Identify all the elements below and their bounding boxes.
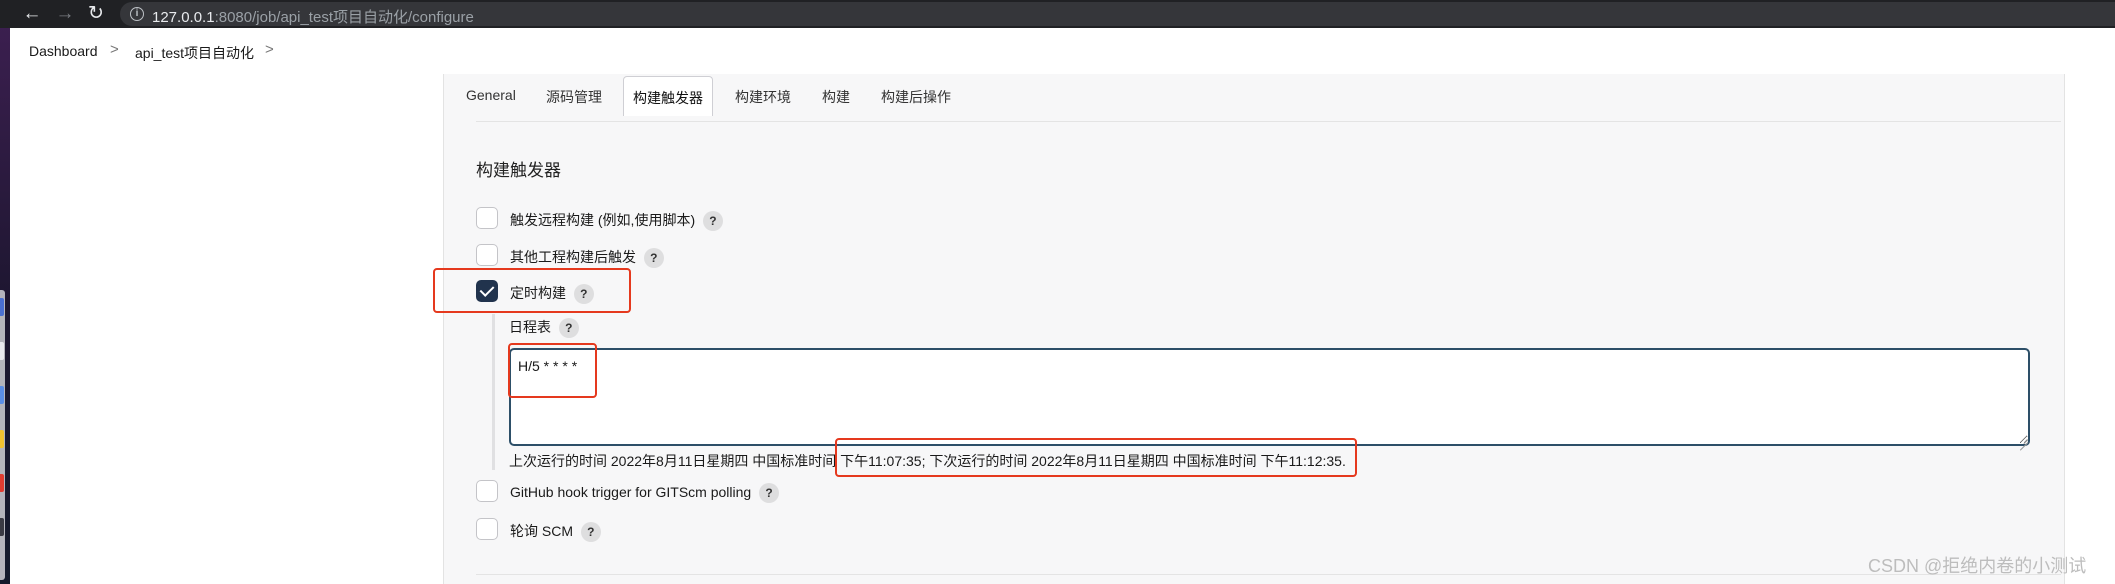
breadcrumb-dashboard[interactable]: Dashboard	[29, 43, 98, 59]
tab-build-triggers[interactable]: 构建触发器	[623, 76, 713, 116]
divider	[476, 574, 2061, 575]
trigger-after-other-checkbox[interactable]	[476, 244, 498, 266]
help-icon[interactable]: ?	[702, 211, 723, 231]
schedule-label: 日程表 ?	[509, 317, 579, 338]
dock-app-icon[interactable]	[0, 342, 4, 360]
section-title: 构建触发器	[476, 161, 561, 180]
back-arrow-icon[interactable]: ←	[20, 2, 44, 26]
schedule-run-info: 上次运行的时间 2022年8月11日星期四 中国标准时间 下午11:07:35;…	[509, 453, 1346, 469]
dock-app-icon[interactable]	[0, 430, 4, 448]
help-icon[interactable]: ?	[580, 522, 601, 542]
help-icon[interactable]: ?	[759, 483, 779, 503]
dock-app-icon[interactable]	[0, 386, 4, 404]
help-icon[interactable]: ?	[573, 284, 594, 304]
breadcrumb-separator[interactable]: >	[265, 41, 274, 58]
trigger-periodic-checkbox[interactable]	[476, 280, 498, 302]
reload-icon[interactable]: ↻	[84, 2, 108, 26]
trigger-label[interactable]: 定时构建 ?	[510, 283, 594, 304]
help-icon[interactable]: ?	[558, 318, 579, 338]
dock-app-icon[interactable]	[0, 298, 4, 316]
url-text: 127.0.0.1:8080/job/api_test项目自动化/configu…	[152, 9, 474, 26]
breadcrumb-job[interactable]: api_test项目自动化	[135, 43, 254, 63]
trigger-label[interactable]: GitHub hook trigger for GITScm polling ?	[510, 483, 779, 503]
config-panel: General 源码管理 构建触发器 构建环境 构建 构建后操作 构建触发器 触…	[443, 74, 2065, 584]
tab-build[interactable]: 构建	[822, 87, 850, 107]
schedule-input[interactable]: H/5 * * * *	[509, 348, 2030, 446]
breadcrumb-separator: >	[110, 41, 119, 58]
trigger-poll-scm-checkbox[interactable]	[476, 518, 498, 540]
tab-build-environment[interactable]: 构建环境	[735, 87, 791, 107]
dock-app-icon[interactable]	[0, 474, 4, 492]
nested-indent-bar	[492, 314, 495, 470]
help-icon[interactable]: ?	[643, 248, 664, 268]
trigger-label[interactable]: 轮询 SCM ?	[510, 521, 601, 542]
resize-grip-icon[interactable]	[2018, 434, 2028, 444]
address-bar[interactable]: i 127.0.0.1:8080/job/api_test项目自动化/confi…	[120, 2, 2115, 26]
dock	[0, 290, 5, 580]
tab-general[interactable]: General	[466, 87, 516, 103]
browser-toolbar: ← → ↻ i 127.0.0.1:8080/job/api_test项目自动化…	[0, 0, 2115, 28]
trigger-label[interactable]: 触发远程构建 (例如,使用脚本) ?	[510, 210, 723, 231]
divider	[476, 121, 2061, 122]
site-info-icon[interactable]: i	[130, 7, 144, 21]
breadcrumb: Dashboard > api_test项目自动化 >	[10, 28, 2115, 74]
tab-post-build[interactable]: 构建后操作	[881, 87, 951, 107]
tab-source-code[interactable]: 源码管理	[546, 87, 602, 107]
dock-app-icon[interactable]	[0, 518, 4, 536]
watermark: CSDN @拒绝内卷的小测试	[1868, 556, 2087, 576]
trigger-github-hook-checkbox[interactable]	[476, 480, 498, 502]
trigger-remote-build-checkbox[interactable]	[476, 207, 498, 229]
trigger-label[interactable]: 其他工程构建后触发 ?	[510, 247, 664, 268]
config-tabs: General 源码管理 构建触发器 构建环境 构建 构建后操作	[444, 74, 2044, 122]
forward-arrow-icon[interactable]: →	[53, 2, 77, 26]
